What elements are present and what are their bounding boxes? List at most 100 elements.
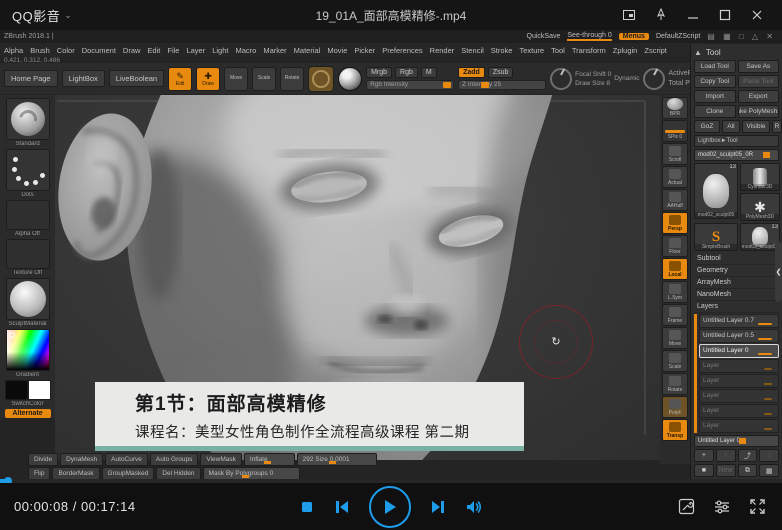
- layer-action-button[interactable]: ↓: [759, 449, 779, 462]
- stroke-selector[interactable]: Dots: [6, 149, 50, 198]
- rotate-button[interactable]: Rotate: [280, 67, 304, 91]
- import-button[interactable]: Import: [694, 90, 736, 103]
- menu-item[interactable]: Zplugin: [613, 46, 638, 55]
- menu-item[interactable]: Picker: [354, 46, 375, 55]
- strip-button[interactable]: Auto Groups: [150, 453, 199, 466]
- shelf-button[interactable]: L.Sym: [662, 281, 688, 303]
- menu-item[interactable]: Draw: [123, 46, 141, 55]
- shelf-button[interactable]: Frame: [662, 304, 688, 326]
- simplebrush-thumb[interactable]: S SimpleBrush: [694, 223, 738, 251]
- window-config-icons[interactable]: ▤ ▦ □ △ ✕: [707, 32, 776, 41]
- previous-button[interactable]: [333, 499, 351, 515]
- strip-button[interactable]: 292 Size 0.0001: [297, 453, 377, 466]
- zsub-toggle[interactable]: Zsub: [488, 67, 514, 78]
- quicksave-button[interactable]: QuickSave: [527, 33, 561, 40]
- paste-tool-button[interactable]: Paste Tool: [738, 75, 780, 88]
- layer-row[interactable]: Untitled Layer 0.5: [699, 329, 779, 343]
- next-button[interactable]: [429, 499, 447, 515]
- goz-all-button[interactable]: All: [722, 120, 740, 133]
- maximize-button[interactable]: [714, 4, 736, 26]
- strip-button[interactable]: ViewMask: [200, 453, 242, 466]
- menu-item[interactable]: Tool: [551, 46, 565, 55]
- subpalette-header[interactable]: Geometry: [694, 265, 779, 277]
- brush-selector[interactable]: Standard: [6, 98, 50, 147]
- shelf-button[interactable]: Local: [662, 258, 688, 280]
- layer-action-button[interactable]: ↑: [716, 449, 736, 462]
- alternate-button[interactable]: Alternate: [5, 409, 51, 418]
- cylinder3d-thumb[interactable]: Cylinder3D: [740, 163, 780, 191]
- menu-item[interactable]: Brush: [30, 46, 50, 55]
- shelf-button[interactable]: Move: [662, 327, 688, 349]
- strip-button[interactable]: AutoCurve: [105, 453, 148, 466]
- lightbox-button[interactable]: LightBox: [62, 70, 105, 87]
- toolbox-button[interactable]: [678, 498, 695, 515]
- mrgb-toggle[interactable]: Mrgb: [366, 67, 392, 78]
- layer-row[interactable]: Untitled Layer 0.7: [699, 314, 779, 328]
- layer-action-button[interactable]: ⤴: [738, 449, 758, 462]
- menu-item[interactable]: Alpha: [4, 46, 23, 55]
- settings-sliders-button[interactable]: [713, 499, 731, 515]
- menu-item[interactable]: Zscript: [644, 46, 667, 55]
- head-tool-thumb[interactable]: 13 mod02_sculpt05: [740, 223, 780, 251]
- material-selector[interactable]: SculptMaterial: [6, 278, 50, 327]
- close-button[interactable]: [746, 4, 768, 26]
- shelf-button[interactable]: Rotate: [662, 373, 688, 395]
- layer-action-button[interactable]: ⧉: [738, 464, 758, 477]
- texture-selector[interactable]: Texture Off: [6, 239, 50, 276]
- scale-button[interactable]: Scale: [252, 67, 276, 91]
- menus-toggle[interactable]: Menus: [619, 33, 649, 40]
- rgb-intensity-slider[interactable]: Rgb Intensity: [366, 80, 454, 90]
- menu-item[interactable]: Movie: [327, 46, 347, 55]
- menu-item[interactable]: Stroke: [491, 46, 513, 55]
- m-toggle[interactable]: M: [421, 67, 437, 78]
- menu-item[interactable]: Document: [82, 46, 116, 55]
- liveboolean-button[interactable]: LiveBoolean: [109, 70, 164, 87]
- subpalette-header[interactable]: Layers: [694, 301, 779, 313]
- copy-tool-button[interactable]: Copy Tool: [694, 75, 736, 88]
- shelf-button[interactable]: Scale: [662, 350, 688, 372]
- shelf-button[interactable]: Actual: [662, 166, 688, 188]
- menu-item[interactable]: Stencil: [461, 46, 484, 55]
- shelf-button[interactable]: Persp: [662, 212, 688, 234]
- menu-item[interactable]: Color: [57, 46, 75, 55]
- layer-action-button[interactable]: New: [716, 464, 736, 477]
- defaultzscript-button[interactable]: DefaultZScript: [656, 33, 700, 40]
- shelf-button[interactable]: Floor: [662, 235, 688, 257]
- z-intensity-slider[interactable]: Z Intensity 25: [458, 80, 546, 90]
- main-color-swatch[interactable]: [5, 380, 28, 400]
- subpalette-header[interactable]: Subtool: [694, 253, 779, 265]
- shelf-button[interactable]: SPix 0: [662, 120, 688, 142]
- move-button[interactable]: Move: [224, 67, 248, 91]
- layer-action-button[interactable]: +: [694, 449, 714, 462]
- strip-button[interactable]: Inflate: [244, 453, 295, 466]
- load-tool-button[interactable]: Load Tool: [694, 60, 736, 73]
- goz-r-button[interactable]: R: [772, 120, 782, 133]
- material-ball-icon[interactable]: [338, 67, 362, 91]
- layer-row[interactable]: Untitled Layer 0: [699, 344, 779, 358]
- app-menu[interactable]: QQ影音 ⌄: [12, 6, 72, 25]
- shelf-button[interactable]: BPR: [662, 97, 688, 119]
- menu-item[interactable]: Texture: [519, 46, 544, 55]
- strip-button[interactable]: DynaMesh: [60, 453, 103, 466]
- volume-button[interactable]: [465, 499, 483, 515]
- layer-action-button[interactable]: ■: [694, 464, 714, 477]
- shelf-button[interactable]: Transp: [662, 419, 688, 441]
- layer-row[interactable]: Layer: [699, 374, 779, 388]
- secondary-color-swatch[interactable]: [28, 380, 51, 400]
- color-gradient-square[interactable]: [6, 329, 50, 371]
- focal-shift-knob[interactable]: [550, 68, 572, 90]
- stop-button[interactable]: [299, 499, 315, 515]
- screenshot-icon[interactable]: [618, 4, 640, 26]
- draw-size-knob[interactable]: [643, 68, 665, 90]
- layer-row[interactable]: Layer: [699, 389, 779, 403]
- fullscreen-button[interactable]: [749, 498, 766, 515]
- draw-button[interactable]: ✚Draw: [196, 67, 220, 91]
- active-tool-thumb[interactable]: 13 mod02_sculpt05: [694, 163, 738, 219]
- seethrough-slider[interactable]: See-through 0: [567, 32, 611, 41]
- menu-item[interactable]: Layer: [186, 46, 205, 55]
- polymesh3d-thumb[interactable]: ✱ PolyMesh3D: [740, 193, 780, 221]
- goz-button[interactable]: GoZ: [694, 120, 720, 133]
- shelf-button[interactable]: AAHalf: [662, 189, 688, 211]
- video-frame[interactable]: ZBrush 2018.1 | QuickSave See-through 0 …: [0, 30, 782, 483]
- subpalette-header[interactable]: ArrayMesh: [694, 277, 779, 289]
